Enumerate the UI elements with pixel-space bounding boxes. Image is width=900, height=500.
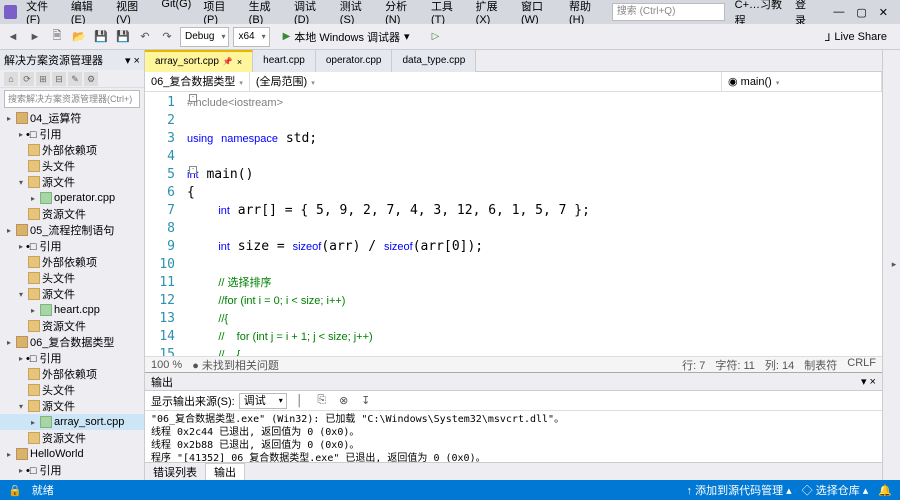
tree-node[interactable]: 资源文件 [0, 206, 144, 222]
editor-tab[interactable]: heart.cpp [253, 50, 316, 72]
output-title: 输出 [151, 374, 173, 390]
code-editor[interactable]: 1234567891011121314151617 #include<iostr… [145, 92, 882, 356]
output-tab[interactable]: 输出 [205, 463, 245, 480]
tree-node[interactable]: ▸array_sort.cpp [0, 414, 144, 430]
redo-icon[interactable]: ↷ [158, 28, 176, 46]
tree-node[interactable]: 外部依赖项 [0, 254, 144, 270]
line-gutter: 1234567891011121314151617 [145, 92, 183, 356]
errorlist-tab[interactable]: 错误列表 [145, 464, 205, 480]
status-bar: 🔒 就绪 ↑ 添加到源代码管理 ▴ ◇ 选择仓库 ▴ 🔔 [0, 480, 900, 500]
tree-node[interactable]: 资源文件 [0, 430, 144, 446]
minimize-icon[interactable]: — [833, 6, 844, 19]
repo-select-button[interactable]: ◇ 选择仓库 ▴ [802, 482, 869, 498]
nav-back-icon[interactable]: ◄ [4, 28, 22, 46]
tree-node[interactable]: ▸06_复合数据类型 [0, 334, 144, 350]
tree-node[interactable]: ▸04_运算符 [0, 110, 144, 126]
fold-outline[interactable]: -- [189, 94, 195, 238]
tree-node[interactable]: ▸heart.cpp [0, 302, 144, 318]
tree-node[interactable]: 头文件 [0, 382, 144, 398]
source-control-button[interactable]: ↑ 添加到源代码管理 ▴ [687, 482, 792, 498]
panel-menu-icon[interactable]: ▾ × [125, 54, 140, 67]
editor-tab[interactable]: operator.cpp [316, 50, 393, 72]
tree-node[interactable]: ▸•□ 引用 [0, 238, 144, 254]
tree-node[interactable]: 头文件 [0, 158, 144, 174]
solution-tree[interactable]: ▸04_运算符▸•□ 引用外部依赖项头文件▾源文件▸operator.cpp资源… [0, 110, 144, 480]
global-search-input[interactable]: 搜索 (Ctrl+Q) [612, 3, 725, 21]
editor-tab[interactable]: array_sort.cpp 📌 × [145, 50, 253, 72]
solution-search-input[interactable]: 搜索解决方案资源管理器(Ctrl+) [4, 90, 140, 108]
tree-node[interactable]: ▸•□ 引用 [0, 126, 144, 142]
output-source-select[interactable]: 调试 [239, 393, 287, 409]
undo-icon[interactable]: ↶ [136, 28, 154, 46]
title-bar: 文件(F)编辑(E)视图(V)Git(G)项目(P)生成(B)调试(D)测试(S… [0, 0, 900, 24]
panel-title: 解决方案资源管理器 [4, 52, 103, 68]
tree-node[interactable]: 外部依赖项 [0, 366, 144, 382]
notifications-icon[interactable]: 🔔 [878, 484, 892, 497]
nav-area[interactable]: (全局范围) [250, 72, 722, 92]
save-all-icon[interactable]: 💾 [114, 28, 132, 46]
status-text: 就绪 [32, 482, 54, 498]
tree-node[interactable]: ▸•□ 引用 [0, 350, 144, 366]
tree-node[interactable]: 头文件 [0, 270, 144, 286]
code-navbar: 06_复合数据类型 (全局范围) ◉ main() [145, 72, 882, 92]
liveshare-button[interactable]: 𖼀 Live Share [816, 27, 896, 47]
lock-icon: 🔒 [8, 484, 22, 497]
tree-node[interactable]: 外部依赖项 [0, 142, 144, 158]
close-icon[interactable]: ✕ [879, 6, 888, 19]
tree-node[interactable]: ▾源文件 [0, 398, 144, 414]
main-toolbar: ◄ ► 🗎 📂 💾 💾 ↶ ↷ Debug x64 ▶本地 Windows 调试… [0, 24, 900, 50]
start-nodebug-button[interactable]: ▷ [423, 27, 449, 47]
save-icon[interactable]: 💾 [92, 28, 110, 46]
nav-func[interactable]: ◉ main() [722, 72, 882, 92]
editor-statusbar: 100 % ● 未找到相关问题 行: 7 字符: 11 列: 14 制表符 CR… [145, 356, 882, 372]
tree-node[interactable]: ▸05_流程控制语句 [0, 222, 144, 238]
right-sidebar[interactable]: ▸ [882, 50, 900, 480]
nav-scope[interactable]: 06_复合数据类型 [145, 72, 250, 92]
output-opts[interactable]: ▾ × [861, 375, 876, 388]
editor-tabs: array_sort.cpp 📌 ×heart.cppoperator.cppd… [145, 50, 882, 72]
nav-fwd-icon[interactable]: ► [26, 28, 44, 46]
output-text[interactable]: "06_复合数据类型.exe" (Win32): 已加载 "C:\Windows… [145, 411, 882, 462]
code-area[interactable]: #include<iostream> using namespace std; … [183, 92, 882, 356]
panel-toolbar: ⌂⟳⊞⊟✎⚙ [0, 70, 144, 88]
output-from-label: 显示输出来源(S): [151, 393, 235, 409]
config-select[interactable]: Debug [180, 27, 229, 47]
play-icon: ▶ [283, 31, 291, 42]
editor-tab[interactable]: data_type.cpp [392, 50, 476, 72]
vs-logo-icon [4, 5, 17, 19]
output-panel: 输出▾ × 显示输出来源(S): 调试 │⎘⊗↧ "06_复合数据类型.exe"… [145, 372, 882, 480]
open-icon[interactable]: 📂 [70, 28, 88, 46]
tree-node[interactable]: ▾源文件 [0, 286, 144, 302]
tree-node[interactable]: ▸•□ 引用 [0, 462, 144, 478]
new-file-icon[interactable]: 🗎 [48, 28, 66, 46]
tree-node[interactable]: ▸HelloWorld [0, 446, 144, 462]
solution-explorer-panel: 解决方案资源管理器 ▾ × ⌂⟳⊞⊟✎⚙ 搜索解决方案资源管理器(Ctrl+) ▸… [0, 50, 145, 480]
platform-select[interactable]: x64 [233, 27, 269, 47]
tree-node[interactable]: ▾源文件 [0, 174, 144, 190]
maximize-icon[interactable]: ▢ [856, 6, 866, 19]
start-debug-button[interactable]: ▶本地 Windows 调试器 ▾ [274, 27, 419, 47]
tree-node[interactable]: 资源文件 [0, 318, 144, 334]
tree-node[interactable]: ▸operator.cpp [0, 190, 144, 206]
